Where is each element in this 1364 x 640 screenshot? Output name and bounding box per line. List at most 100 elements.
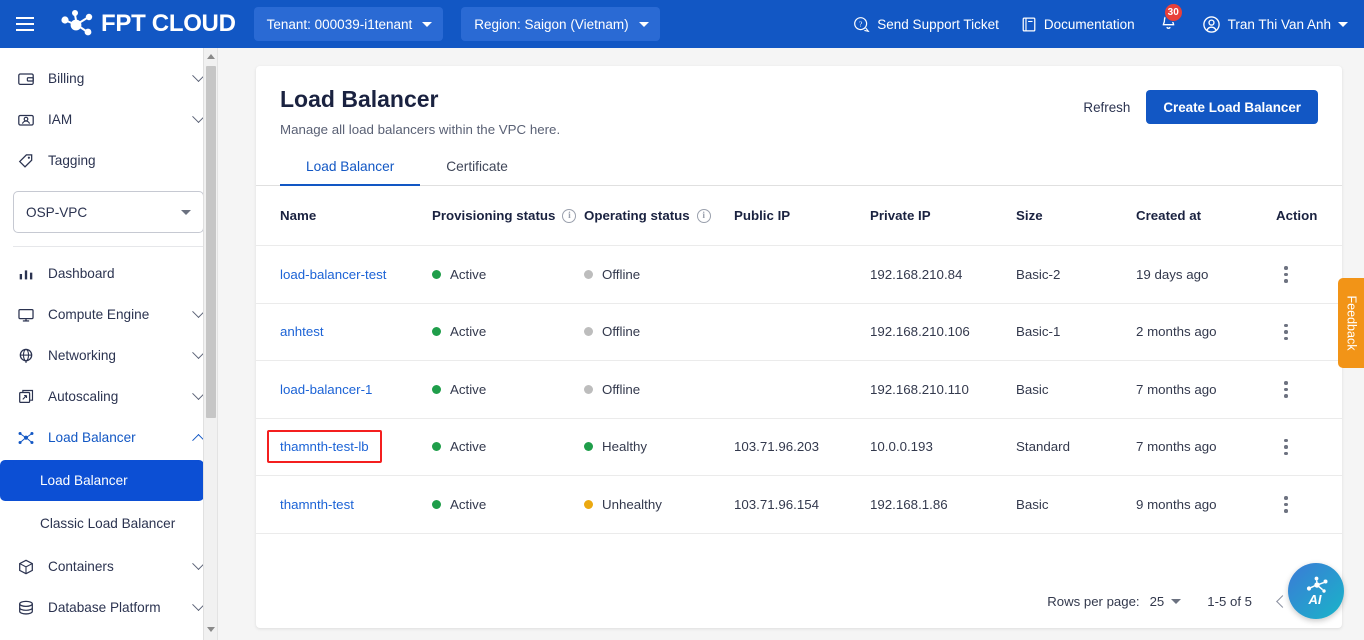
- load-balancer-icon: [16, 428, 35, 447]
- support-icon: ?: [854, 16, 870, 32]
- refresh-button[interactable]: Refresh: [1083, 100, 1130, 115]
- sidebar-scrollbar[interactable]: [203, 48, 217, 640]
- rows-per-page-group: Rows per page: 25: [1047, 594, 1182, 609]
- cell-action: [1276, 303, 1342, 361]
- cell-provisioning-status: Active: [432, 418, 584, 476]
- status-label: Active: [450, 496, 487, 512]
- status-dot-icon: [432, 442, 441, 452]
- row-actions-menu-icon[interactable]: [1276, 496, 1296, 513]
- column-label: Private IP: [870, 208, 931, 223]
- documentation-button[interactable]: Documentation: [1021, 16, 1135, 33]
- scroll-down-arrow-icon[interactable]: [207, 627, 215, 632]
- iam-icon: [16, 110, 35, 129]
- column-label: Created at: [1136, 208, 1202, 223]
- chevron-down-icon: [1171, 598, 1182, 604]
- row-actions-menu-icon[interactable]: [1276, 381, 1296, 398]
- region-label: Region: Saigon (Vietnam): [474, 16, 629, 32]
- load-balancer-name-link[interactable]: thamnth-test-lb: [267, 430, 382, 464]
- cell-private-ip: 192.168.210.84: [870, 245, 1016, 304]
- status-dot-icon: [432, 269, 441, 279]
- tab-load-balancer[interactable]: Load Balancer: [280, 159, 421, 186]
- sidebar-item-networking[interactable]: Networking: [0, 335, 217, 376]
- column-action: Action: [1276, 186, 1342, 246]
- table-body: load-balancer-test Active Offline 192.168.2…: [256, 245, 1342, 534]
- cell-operating-status: Offline: [584, 360, 734, 419]
- status-dot-icon: [584, 269, 593, 279]
- sidebar-item-tagging[interactable]: Tagging: [0, 140, 217, 181]
- row-actions-menu-icon[interactable]: [1276, 323, 1296, 340]
- column-label: Provisioning status: [432, 208, 556, 223]
- sidebar-sublabel: Load Balancer: [40, 473, 128, 488]
- rows-per-page-select[interactable]: 25: [1150, 594, 1182, 609]
- sidebar-item-load-balancer[interactable]: Load Balancer: [0, 417, 217, 458]
- column-operating-status: Operating status i: [584, 186, 734, 246]
- status-dot-icon: [432, 384, 441, 394]
- notifications-button[interactable]: 30: [1157, 2, 1183, 37]
- card-header: Load Balancer Manage all load balancers …: [256, 66, 1342, 137]
- cell-name: thamnth-test-lb: [256, 418, 432, 476]
- cell-provisioning-status: Active: [432, 245, 584, 304]
- info-icon[interactable]: i: [562, 208, 577, 223]
- sidebar-item-iam[interactable]: IAM: [0, 99, 217, 140]
- column-name: Name: [256, 186, 432, 246]
- column-label: Public IP: [734, 208, 791, 223]
- cell-public-ip: 103.71.96.203: [734, 418, 870, 476]
- info-icon[interactable]: i: [696, 208, 711, 223]
- cell-name: load-balancer-test: [256, 245, 432, 304]
- status-label: Offline: [602, 324, 641, 340]
- sidebar-label: Dashboard: [48, 266, 115, 281]
- status-label: Healthy: [602, 439, 648, 455]
- row-actions-menu-icon[interactable]: [1276, 266, 1296, 283]
- previous-page-button[interactable]: [1276, 594, 1289, 608]
- cell-public-ip: 103.71.96.154: [734, 475, 870, 534]
- feedback-tab[interactable]: Feedback: [1338, 278, 1364, 368]
- send-support-ticket-button[interactable]: ? Send Support Ticket: [853, 16, 999, 33]
- column-label: Size: [1016, 208, 1043, 223]
- brand-logo[interactable]: FPT CLOUD: [60, 9, 236, 39]
- fpt-cloud-logo-icon: [61, 10, 93, 36]
- cell-provisioning-status: Active: [432, 303, 584, 361]
- sidebar-scrollbar-thumb[interactable]: [206, 66, 216, 418]
- sidebar-item-autoscaling[interactable]: Autoscaling: [0, 376, 217, 417]
- sidebar-label: Billing: [48, 71, 85, 86]
- feedback-label: Feedback: [1344, 295, 1358, 351]
- tab-bar: Load Balancer Certificate: [256, 159, 1342, 186]
- sidebar-item-containers[interactable]: Containers: [0, 546, 217, 587]
- documentation-icon: [1022, 16, 1036, 32]
- status-label: Active: [450, 266, 487, 282]
- load-balancer-name-link[interactable]: load-balancer-1: [280, 382, 372, 397]
- sidebar-item-compute-engine[interactable]: Compute Engine: [0, 294, 217, 335]
- sidebar-item-dashboard[interactable]: Dashboard: [0, 253, 217, 294]
- region-selector[interactable]: Region: Saigon (Vietnam): [461, 7, 660, 41]
- scroll-up-arrow-icon[interactable]: [207, 54, 215, 59]
- cell-operating-status: Healthy: [584, 418, 734, 476]
- sidebar-subitem-classic-load-balancer[interactable]: Classic Load Balancer: [13, 503, 204, 544]
- cell-public-ip: [734, 245, 870, 304]
- hamburger-icon[interactable]: [0, 0, 50, 48]
- cell-action: [1276, 475, 1342, 534]
- vpc-selector[interactable]: OSP-VPC: [13, 191, 204, 233]
- row-actions-menu-icon[interactable]: [1276, 438, 1296, 455]
- status-dot-icon: [584, 384, 593, 394]
- sidebar-subitem-load-balancer[interactable]: Load Balancer: [13, 460, 204, 501]
- cell-operating-status: Offline: [584, 245, 734, 304]
- table-row: anhtest Active Offline 192.168.210.106 Basic…: [256, 303, 1342, 361]
- sidebar-label: Compute Engine: [48, 307, 150, 322]
- tenant-selector[interactable]: Tenant: 000039-i1tenant: [253, 7, 444, 41]
- sidebar-label: Autoscaling: [48, 389, 119, 404]
- sidebar: Billing IAM Tagging OSP-VPC Dashboard Co…: [0, 48, 218, 640]
- cell-created-at: 7 months ago: [1136, 360, 1276, 419]
- sidebar-item-database-platform[interactable]: Database Platform: [0, 587, 217, 628]
- tab-certificate[interactable]: Certificate: [420, 159, 534, 185]
- sidebar-label: Load Balancer: [48, 430, 136, 445]
- monitor-icon: [16, 305, 35, 324]
- create-load-balancer-button[interactable]: Create Load Balancer: [1146, 90, 1318, 124]
- load-balancer-name-link[interactable]: anhtest: [280, 324, 324, 339]
- ai-assistant-button[interactable]: AI: [1288, 563, 1344, 619]
- load-balancer-name-link[interactable]: load-balancer-test: [280, 267, 386, 282]
- user-menu[interactable]: Tran Thi Van Anh: [1202, 15, 1348, 34]
- cell-private-ip: 192.168.210.110: [870, 360, 1016, 419]
- sidebar-item-billing[interactable]: Billing: [0, 58, 217, 99]
- column-label: Action: [1276, 208, 1318, 223]
- load-balancer-name-link[interactable]: thamnth-test: [280, 497, 354, 512]
